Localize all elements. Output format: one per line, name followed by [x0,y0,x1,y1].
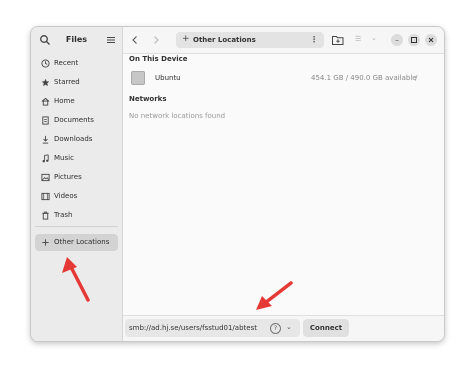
sidebar-item-label: Home [54,97,75,105]
sidebar-item-music[interactable]: Music [35,150,118,167]
close-icon [428,37,434,43]
sidebar-item-label: Downloads [54,135,93,143]
device-mount-point: / [415,74,418,82]
device-usage: 454.1 GB / 490.0 GB available [311,74,417,82]
device-row-ubuntu[interactable]: Ubuntu 454.1 GB / 490.0 GB available / [123,67,444,89]
picture-icon [41,173,50,182]
sidebar-item-home[interactable]: Home [35,93,118,110]
sidebar-item-pictures[interactable]: Pictures [35,169,118,186]
trash-icon [42,211,49,220]
path-label: Other Locations [193,36,256,44]
minimize-icon: – [395,36,399,44]
clock-icon [41,59,50,68]
sidebar-item-recent[interactable]: Recent [35,55,118,72]
device-name: Ubuntu [155,74,181,82]
sidebar-item-label: Trash [54,211,73,219]
plus-icon [42,239,49,246]
server-address-field[interactable]: smb://ad.hj.se/users/fsstud01/abtest ? ⌄ [125,319,300,337]
home-icon [41,97,50,106]
files-window: Files Recent Starred Home Documents Down… [30,26,445,342]
header-bar: + Other Locations ⋮ ☰ ⌄ – [123,27,444,54]
path-bar[interactable]: + Other Locations ⋮ [176,32,324,48]
new-folder-icon[interactable] [331,33,345,47]
sidebar-item-label: Starred [54,78,80,86]
star-icon [41,78,50,87]
sidebar-item-label: Music [54,154,74,162]
networks-empty-message: No network locations found [129,112,226,120]
more-options-icon[interactable]: ⋮ [310,35,318,44]
on-device-heading: On This Device [129,55,188,63]
close-button[interactable] [425,34,437,46]
sidebar-item-label: Videos [54,192,78,200]
sidebar-item-videos[interactable]: Videos [35,188,118,205]
minimize-button[interactable]: – [391,34,403,46]
sidebar-item-documents[interactable]: Documents [35,112,118,129]
maximize-icon [411,37,417,43]
main-pane: + Other Locations ⋮ ☰ ⌄ – On This Device [123,27,444,341]
download-icon [42,135,49,144]
maximize-button[interactable] [408,34,420,46]
sidebar-item-label: Other Locations [54,238,110,246]
sidebar-header: Files [31,27,122,53]
connect-button[interactable]: Connect [303,319,349,337]
view-list-icon[interactable]: ☰ [355,35,361,43]
chevron-down-icon[interactable]: ⌄ [371,34,377,42]
drive-icon [131,71,145,85]
sidebar-item-trash[interactable]: Trash [35,207,118,224]
chevron-right-icon [154,36,159,44]
server-address-value: smb://ad.hj.se/users/fsstud01/abtest [129,324,257,332]
sidebar: Files Recent Starred Home Documents Down… [31,27,123,341]
sidebar-separator [35,226,118,227]
music-icon [42,154,49,163]
sidebar-item-other-locations[interactable]: Other Locations [35,234,118,251]
networks-heading: Networks [129,95,167,103]
hamburger-menu-icon[interactable] [105,34,117,46]
forward-button[interactable] [149,33,163,47]
sidebar-item-label: Recent [54,59,79,67]
plus-icon: + [182,34,190,44]
sidebar-item-downloads[interactable]: Downloads [35,131,118,148]
document-icon [42,116,49,125]
back-button[interactable] [128,33,142,47]
sidebar-item-label: Pictures [54,173,82,181]
chevron-left-icon [132,36,137,44]
sidebar-item-starred[interactable]: Starred [35,74,118,91]
connect-bar: smb://ad.hj.se/users/fsstud01/abtest ? ⌄… [123,315,444,341]
video-icon [41,192,50,201]
chevron-down-icon[interactable]: ⌄ [286,323,292,331]
sidebar-item-label: Documents [54,116,94,124]
help-icon[interactable]: ? [270,323,281,334]
